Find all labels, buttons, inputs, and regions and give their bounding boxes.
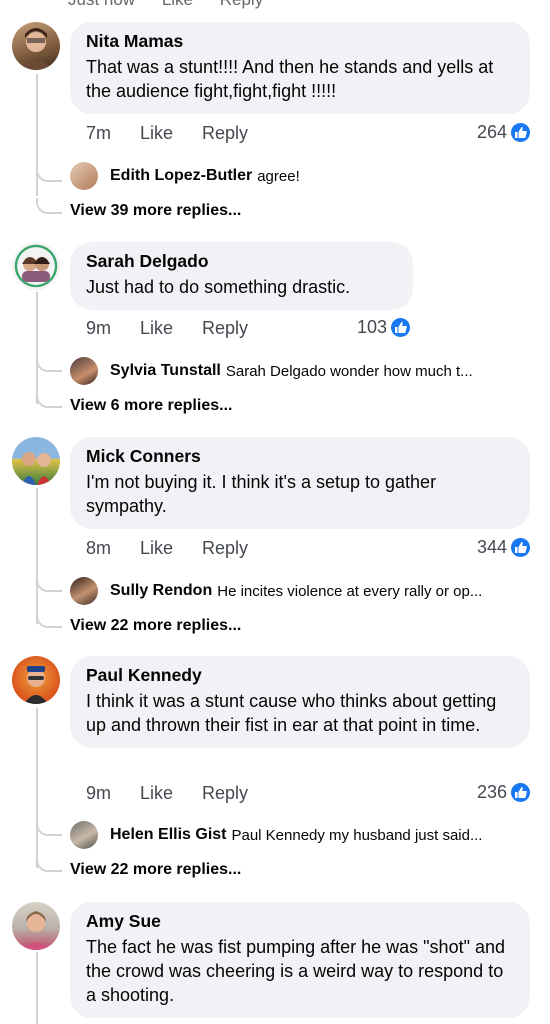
reply-connector [36,576,62,592]
reply-preview[interactable]: Sully Rendon He incites violence at ever… [70,577,482,605]
reply-connector [36,166,62,182]
avatar [70,357,98,385]
reply-button[interactable]: Reply [202,538,248,558]
avatar[interactable] [12,902,60,950]
thread-line [36,74,38,196]
comment-time[interactable]: 9m [86,318,140,339]
comment-author[interactable]: Mick Conners [86,446,514,467]
comment-author[interactable]: Sarah Delgado [86,251,397,272]
reaction-number: 264 [476,122,507,142]
like-button[interactable]: Like [140,538,202,559]
avatar [70,821,98,849]
thread-line [36,488,38,624]
comment-text: I think it was a stunt cause who thinks … [86,691,497,735]
thread-line [36,292,38,404]
avatar [70,577,98,605]
reply-author[interactable]: Edith Lopez-Butler [110,167,252,185]
reaction-count[interactable]: 236 [477,782,530,803]
avatar[interactable] [12,242,60,290]
reply-button[interactable]: Reply [202,783,248,803]
comment-author[interactable]: Amy Sue [86,911,514,932]
avatar[interactable] [12,437,60,485]
comment-actions: 9m Like Reply [86,783,248,804]
reply-author[interactable]: Helen Ellis Gist [110,826,226,844]
view-more-replies-link[interactable]: View 22 more replies... [70,617,241,635]
comment-actions: 9m Like Reply [86,318,248,339]
reply-text: Paul Kennedy my husband just said... [231,826,483,844]
comment-text: The fact he was fist pumping after he wa… [86,937,506,1005]
previous-like-button[interactable]: Like [162,0,193,9]
reply-connector [36,392,62,408]
reply-text: Sarah Delgado wonder how much t... [225,362,473,380]
reply-button[interactable]: Reply [202,318,248,338]
like-button[interactable]: Like [140,783,202,804]
avatar[interactable] [12,22,60,70]
comment-text: That was a stunt!!!! And then he stands … [86,57,494,101]
comment-time[interactable]: 8m [86,538,140,559]
reply-connector [36,356,62,372]
thread-line [36,952,38,1024]
reaction-number: 344 [476,537,507,557]
reaction-count[interactable]: 103 [357,317,411,338]
view-more-replies-link[interactable]: View 22 more replies... [70,861,241,879]
reaction-count[interactable]: 344 [477,537,530,558]
thumbs-up-icon [511,123,530,142]
reply-text: agree! [257,167,300,185]
previous-comment-time: Just now [68,0,135,9]
thumbs-up-icon [511,538,530,557]
comment-bubble: Sarah Delgado Just had to do something d… [70,242,413,310]
reply-button[interactable]: Reply [202,123,248,143]
thumbs-up-icon [391,318,411,337]
comment-bubble: Paul Kennedy I think it was a stunt caus… [70,656,530,748]
comment-bubble: Mick Conners I'm not buying it. I think … [70,437,530,529]
like-button[interactable]: Like [140,123,202,144]
reply-author[interactable]: Sylvia Tunstall [110,362,221,380]
reaction-number: 103 [357,317,388,337]
thumbs-up-icon [511,783,530,802]
thread-line [36,708,38,868]
reply-connector [36,198,62,214]
view-more-replies-link[interactable]: View 39 more replies... [70,202,241,220]
reaction-count[interactable]: 264 [477,122,530,143]
comment-actions: 7m Like Reply [86,123,248,144]
comment-author[interactable]: Nita Mamas [86,31,514,52]
comment-text: I'm not buying it. I think it's a setup … [86,472,437,516]
reply-preview[interactable]: Helen Ellis Gist Paul Kennedy my husband… [70,821,482,849]
reply-connector [36,820,62,836]
reply-preview[interactable]: Sylvia Tunstall Sarah Delgado wonder how… [70,357,473,385]
reply-author[interactable]: Sully Rendon [110,582,212,600]
reply-connector [36,612,62,628]
avatar [70,162,98,190]
comment-bubble: Nita Mamas That was a stunt!!!! And then… [70,22,530,114]
comment-author[interactable]: Paul Kennedy [86,665,514,686]
reply-preview[interactable]: Edith Lopez-Butler agree! [70,162,300,190]
comment-actions: 8m Like Reply [86,538,248,559]
comment-time[interactable]: 9m [86,783,140,804]
view-more-replies-link[interactable]: View 6 more replies... [70,397,232,415]
comment-bubble: Amy Sue The fact he was fist pumping aft… [70,902,530,1018]
reply-connector [36,856,62,872]
previous-reply-button[interactable]: Reply [220,0,263,9]
avatar[interactable] [12,656,60,704]
reaction-number: 236 [476,782,507,802]
comment-text: Just had to do something drastic. [86,277,351,297]
reply-text: He incites violence at every rally or op… [217,582,483,600]
like-button[interactable]: Like [140,318,202,339]
previous-comment-actions: Just now Like Reply [68,0,285,10]
comment-time[interactable]: 7m [86,123,140,144]
